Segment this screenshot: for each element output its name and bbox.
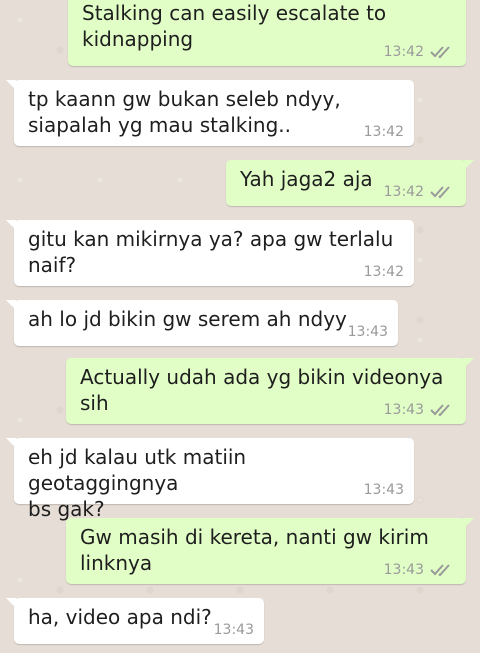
message-meta: 13:42 [384, 184, 456, 200]
message-time: 13:43 [213, 622, 254, 638]
message-meta: 13:43 [364, 482, 404, 498]
message-time: 13:42 [383, 184, 424, 200]
message-text: ah lo jd bikin gw serem ah ndyy [28, 307, 347, 331]
message-time: 13:42 [383, 44, 424, 60]
outgoing-message[interactable]: Yah jaga2 aja 13:42 [226, 160, 474, 206]
message-meta: 13:42 [364, 264, 404, 280]
double-check-icon [430, 564, 450, 577]
outgoing-message[interactable]: Stalking can easily escalate to kidnappi… [68, 0, 466, 66]
message-meta: 13:42 [364, 124, 404, 140]
message-meta: 13:43 [348, 324, 388, 340]
message-time: 13:43 [383, 562, 424, 578]
incoming-message[interactable]: ah lo jd bikin gw serem ah ndyy 13:43 [6, 300, 398, 346]
message-meta: 13:42 [384, 44, 456, 60]
message-time: 13:42 [363, 124, 404, 140]
outgoing-message[interactable]: Actually udah ada yg bikin videonya sih … [66, 358, 474, 424]
double-check-icon [430, 404, 450, 417]
incoming-message[interactable]: gitu kan mikirnya ya? apa gw terlalu nai… [6, 220, 414, 286]
message-meta: 13:43 [384, 402, 456, 418]
outgoing-message[interactable]: Gw masih di kereta, nanti gw kirim linkn… [66, 518, 474, 584]
message-time: 13:43 [347, 324, 388, 340]
message-text: tp kaann gw bukan seleb ndyy, siapalah y… [28, 87, 341, 137]
incoming-message[interactable]: eh jd kalau utk matiin geotaggingnya bs … [6, 438, 414, 521]
message-text: eh jd kalau utk matiin geotaggingnya bs … [28, 445, 247, 521]
chat-message-list[interactable]: Stalking can easily escalate to kidnappi… [0, 0, 480, 653]
message-text: gitu kan mikirnya ya? apa gw terlalu nai… [28, 227, 394, 277]
message-meta: 13:43 [384, 562, 456, 578]
message-time: 13:43 [363, 482, 404, 498]
double-check-icon [430, 186, 450, 199]
message-time: 13:43 [383, 402, 424, 418]
message-time: 13:42 [363, 264, 404, 280]
incoming-message[interactable]: ha, video apa ndi? 13:43 [6, 598, 264, 644]
incoming-message[interactable]: tp kaann gw bukan seleb ndyy, siapalah y… [6, 80, 414, 146]
message-meta: 13:43 [214, 622, 254, 638]
double-check-icon [430, 46, 450, 59]
